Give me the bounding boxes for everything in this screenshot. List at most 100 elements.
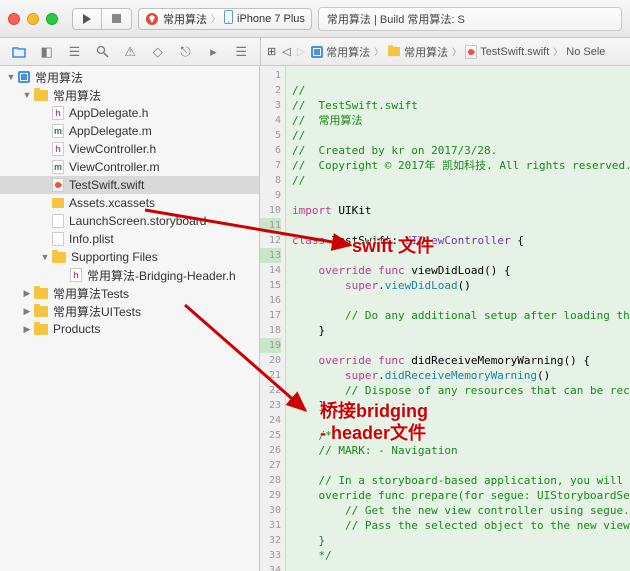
code-line: /* [292,429,332,442]
code-line: class TestSwift: UIViewController { [292,234,524,247]
project-navigator-tab[interactable] [6,42,32,62]
report-navigator-tab[interactable]: ☰ [228,42,254,62]
chevron-right-icon: 〉 [211,12,220,25]
code-line: override func didReceiveMemoryWarning() … [292,354,590,367]
header-file-icon: h [52,106,64,120]
jumpbar-project[interactable]: 常用算法 [309,44,372,60]
code-line: } [292,324,325,337]
tree-group-label: 常用算法 [53,87,101,104]
code-line: import UIKit [292,204,372,217]
code-line: // Do any additional setup after loading… [292,309,630,322]
tree-file-label: Info.plist [69,232,114,246]
find-navigator-tab[interactable] [89,42,115,62]
code-line: // Created by kr on 2017/3/28. [292,144,497,157]
folder-icon [52,252,66,263]
tree-file[interactable]: LaunchScreen.storyboard [0,212,259,230]
header-file-icon: h [52,142,64,156]
code-line: // Pass the selected object to the new v… [292,519,630,532]
impl-file-icon: m [52,124,64,138]
close-window-icon[interactable] [8,13,20,25]
tree-file[interactable]: Info.plist [0,230,259,248]
project-navigator[interactable]: ▼常用算法 ▼常用算法 hAppDelegate.h mAppDelegate.… [0,66,260,571]
swift-file-icon [465,45,477,59]
folder-icon [34,324,48,335]
jumpbar-file[interactable]: TestSwift.swift [463,45,551,59]
jumpbar-folder[interactable]: 常用算法 [385,44,450,60]
navigator-tabs: ◧ ☰ ⚠ ◇ ⎋ ▸ ☰ [0,38,260,65]
code-line: override func prepare(for segue: UIStory… [292,489,630,502]
project-icon [18,71,30,83]
source-editor[interactable]: 1234567891011121314151617181920212223242… [260,66,630,571]
tree-group-tests[interactable]: ▶ 常用算法Tests [0,284,259,302]
zoom-window-icon[interactable] [46,13,58,25]
tree-group-label: 常用算法UITests [53,303,141,320]
header-file-icon: h [70,268,82,282]
test-navigator-tab[interactable]: ◇ [145,42,171,62]
code-line: // TestSwift.swift [292,99,418,112]
code-line: // 常用算法 [292,114,363,127]
line-number-gutter: 1234567891011121314151617181920212223242… [260,66,286,571]
code-line: */ [292,549,332,562]
code-line: // MARK: - Navigation [292,444,458,457]
scheme-device-label: iPhone 7 Plus [237,13,305,25]
titlebar: 常用算法 〉 iPhone 7 Plus 常用算法 | Build 常用算法: … [0,0,630,38]
disclosure-triangle-icon[interactable]: ▼ [22,90,32,100]
tree-root[interactable]: ▼常用算法 [0,68,259,86]
window-controls [8,13,58,25]
tree-file-label: ViewController.m [69,160,159,174]
issue-navigator-tab[interactable]: ⚠ [117,42,143,62]
tree-group-products[interactable]: ▶ Products [0,320,259,338]
tree-group-supporting[interactable]: ▼Supporting Files [0,248,259,266]
back-button[interactable]: ◁ [280,45,292,58]
stop-button[interactable] [102,8,132,30]
disclosure-triangle-icon[interactable]: ▶ [22,324,32,334]
code-line: // Copyright © 2017年 凯如科技. All rights re… [292,159,630,172]
tree-file[interactable]: m ViewController.m [0,158,259,176]
source-control-navigator-tab[interactable]: ◧ [34,42,60,62]
code-line: } [292,399,325,412]
impl-file-icon: m [52,160,64,174]
navigator-toolbar: ◧ ☰ ⚠ ◇ ⎋ ▸ ☰ ⊞ ◁ ▷ 常用算法 〉 常用算法 〉 TestSw… [0,38,630,66]
scheme-selector[interactable]: 常用算法 〉 iPhone 7 Plus [138,8,312,30]
device-icon [224,10,233,27]
code-line: super.didReceiveMemoryWarning() [292,369,550,382]
debug-navigator-tab[interactable]: ⎋ [173,42,199,62]
tree-file-bridging[interactable]: h常用算法-Bridging-Header.h [0,266,259,284]
tree-file[interactable]: mAppDelegate.m [0,122,259,140]
swift-file-icon [52,178,64,192]
tree-group[interactable]: ▼ 常用算法 [0,86,259,104]
app-icon [145,12,159,26]
jumpbar-project-label: 常用算法 [326,44,370,60]
tree-group-label: Products [53,322,100,336]
breakpoint-navigator-tab[interactable]: ▸ [200,42,226,62]
tree-file-selected[interactable]: TestSwift.swift [0,176,259,194]
tree-group-uitests[interactable]: ▶ 常用算法UITests [0,302,259,320]
chevron-right-icon: 〉 [553,45,562,58]
disclosure-triangle-icon[interactable]: ▼ [6,72,16,82]
forward-button[interactable]: ▷ [295,45,307,58]
tree-file[interactable]: h ViewController.h [0,140,259,158]
scheme-target-label: 常用算法 [163,11,207,27]
folder-icon [34,306,48,317]
related-items-icon[interactable]: ⊞ [265,45,278,58]
jump-bar[interactable]: ⊞ ◁ ▷ 常用算法 〉 常用算法 〉 TestSwift.swift 〉 No… [260,38,630,65]
jumpbar-file-label: TestSwift.swift [480,46,549,58]
tree-group-label: 常用算法Tests [53,285,129,302]
symbol-navigator-tab[interactable]: ☰ [62,42,88,62]
code-line: // [292,129,305,142]
disclosure-triangle-icon[interactable]: ▼ [40,252,50,262]
minimize-window-icon[interactable] [27,13,39,25]
code-line: // In a storyboard-based application, yo… [292,474,630,487]
project-icon [311,46,323,58]
chevron-right-icon: 〉 [452,45,461,58]
code-area[interactable]: // // TestSwift.swift // 常用算法 // // Crea… [286,66,630,571]
disclosure-triangle-icon[interactable]: ▶ [22,288,32,298]
code-line: // [292,84,305,97]
run-button[interactable] [72,8,102,30]
tree-file[interactable]: hAppDelegate.h [0,104,259,122]
folder-icon [34,90,48,101]
tree-file-label: ViewController.h [69,142,156,156]
tree-file[interactable]: Assets.xcassets [0,194,259,212]
disclosure-triangle-icon[interactable]: ▶ [22,306,32,316]
jumpbar-selection[interactable]: No Sele [564,46,607,58]
